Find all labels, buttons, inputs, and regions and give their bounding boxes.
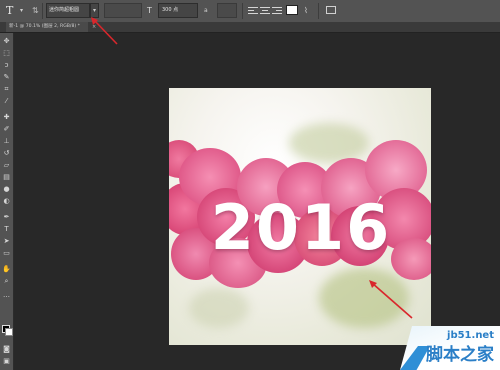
font-family-field[interactable]: 迷你简超粗圆 — [46, 3, 90, 18]
more-tools-icon[interactable]: … — [2, 291, 11, 300]
tools-panel: ✥ ⬚ ↄ ✎ ⌗ ⁄ ✚ ✐ ⊥ ↺ ▱ ▤ ● ◐ ✒ T ➤ ▭ ✋ ⌕ … — [0, 33, 14, 370]
font-size-icon: T — [147, 6, 152, 15]
close-icon[interactable]: × — [92, 22, 96, 32]
character-panel-icon[interactable] — [326, 6, 336, 14]
background-color-swatch[interactable] — [5, 328, 13, 336]
shape-tool-icon[interactable]: ▭ — [2, 249, 11, 258]
background-foliage — [189, 288, 249, 328]
font-family-dropdown-icon[interactable]: ▾ — [90, 3, 99, 18]
history-brush-tool-icon[interactable]: ↺ — [2, 149, 11, 158]
font-size-field[interactable]: 300 点 — [158, 3, 198, 18]
gradient-tool-icon[interactable]: ▤ — [2, 173, 11, 182]
zoom-tool-icon[interactable]: ⌕ — [2, 277, 11, 286]
font-style-field[interactable] — [104, 3, 142, 18]
clone-stamp-tool-icon[interactable]: ⊥ — [2, 137, 11, 146]
document-tab-bar: 新-1 @ 70.1% (图层 2, RGB/8) * × — [0, 22, 500, 33]
anti-alias-field[interactable] — [217, 3, 237, 18]
brush-tool-icon[interactable]: ✐ — [2, 125, 11, 134]
hand-tool-icon[interactable]: ✋ — [2, 265, 11, 274]
type-tool-icon[interactable]: T — [2, 225, 11, 234]
align-center-icon[interactable] — [260, 5, 270, 15]
align-right-icon[interactable] — [272, 5, 282, 15]
options-bar: T ▾ ⇅ 迷你简超粗圆 ▾ T 300 点 a ⌇ — [0, 0, 500, 23]
eyedropper-tool-icon[interactable]: ⁄ — [2, 97, 11, 106]
separator — [42, 3, 43, 19]
pen-tool-icon[interactable]: ✒ — [2, 213, 11, 222]
dodge-tool-icon[interactable]: ◐ — [2, 197, 11, 206]
marquee-tool-icon[interactable]: ⬚ — [2, 49, 11, 58]
quick-select-tool-icon[interactable]: ✎ — [2, 73, 11, 82]
background-foliage — [319, 268, 409, 328]
path-selection-tool-icon[interactable]: ➤ — [2, 237, 11, 246]
separator — [318, 3, 319, 19]
screen-mode-icon[interactable]: ▣ — [2, 357, 11, 366]
tool-preset-dropdown-icon[interactable]: ▾ — [20, 3, 26, 18]
move-tool-icon[interactable]: ✥ — [2, 37, 11, 46]
eraser-tool-icon[interactable]: ▱ — [2, 161, 11, 170]
watermark-name: 脚本之家 — [426, 345, 494, 365]
align-left-icon[interactable] — [248, 5, 258, 15]
anti-alias-icon: a — [204, 7, 208, 14]
background-foliage — [289, 123, 369, 163]
quick-mask-icon[interactable]: ◙ — [2, 345, 11, 354]
separator — [242, 3, 243, 19]
crop-tool-icon[interactable]: ⌗ — [2, 85, 11, 94]
type-tool-icon[interactable]: T — [6, 3, 20, 18]
watermark-url: jb51.net — [447, 330, 494, 341]
document-tab[interactable]: 新-1 @ 70.1% (图层 2, RGB/8) * — [6, 22, 88, 32]
document-canvas[interactable]: 2016 — [169, 88, 431, 345]
healing-brush-tool-icon[interactable]: ✚ — [2, 113, 11, 122]
lasso-tool-icon[interactable]: ↄ — [2, 61, 11, 70]
watermark-badge: jb51.net 脚本之家 — [400, 326, 500, 370]
text-color-swatch[interactable] — [286, 5, 298, 15]
warp-text-icon[interactable]: ⌇ — [304, 3, 314, 18]
year-text-layer[interactable]: 2016 — [185, 192, 417, 264]
blur-tool-icon[interactable]: ● — [2, 185, 11, 194]
